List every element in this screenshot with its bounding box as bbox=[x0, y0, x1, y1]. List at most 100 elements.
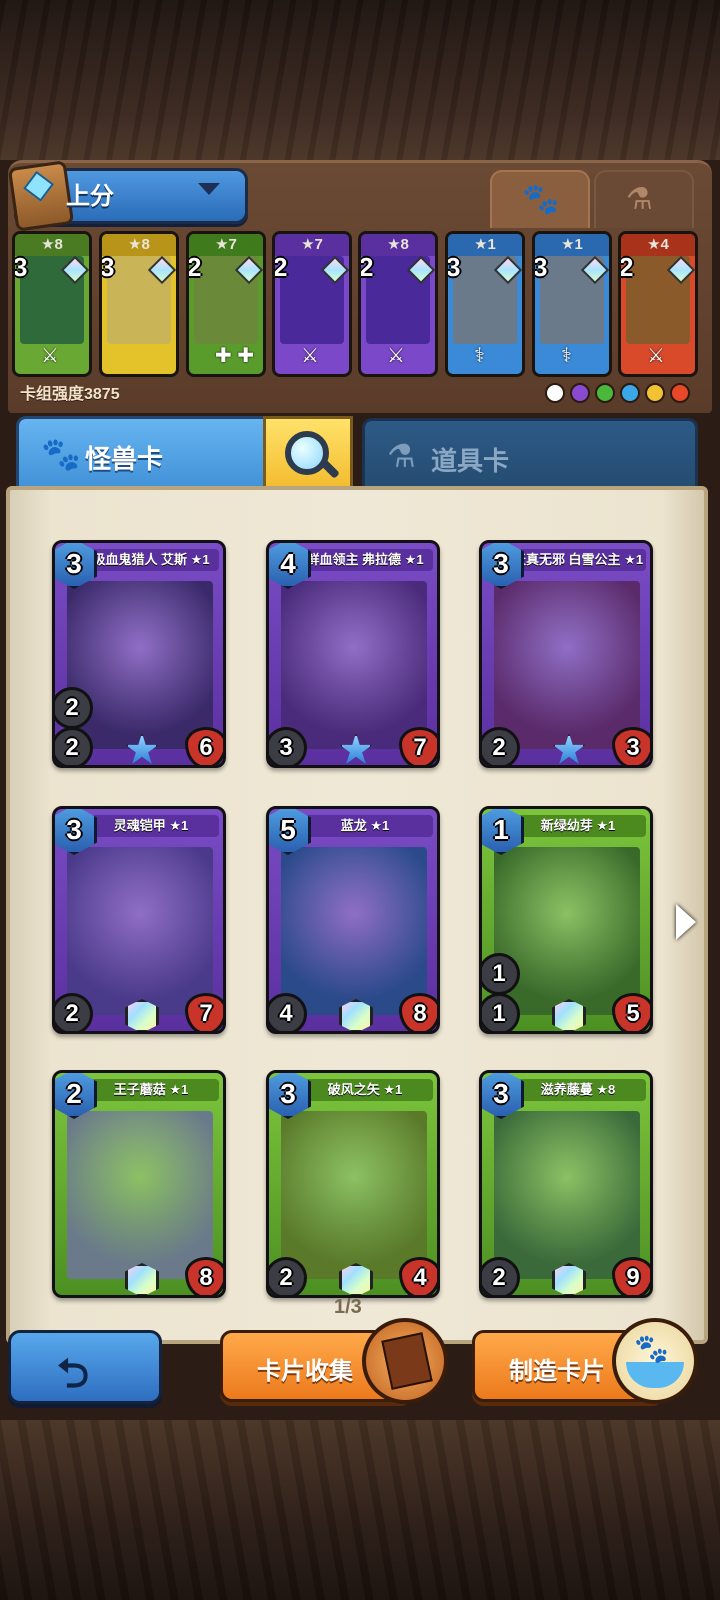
monster-card[interactable]: 灵魂铠甲 ★1 3 2 7 bbox=[52, 806, 226, 1034]
card-attack: 4 bbox=[269, 993, 307, 1031]
monster-card[interactable]: 王子蘑菇 ★1 2 8 bbox=[52, 1070, 226, 1298]
tab-monster-label: 怪兽卡 bbox=[85, 444, 164, 474]
card-health: 7 bbox=[185, 993, 223, 1031]
deck-card-ability-icon: ⚔ bbox=[41, 345, 59, 367]
deck-card-cost: 2 bbox=[359, 252, 374, 282]
next-page-arrow-icon[interactable] bbox=[676, 904, 696, 940]
deck-card[interactable]: ★7 2 ✚ ✚ bbox=[186, 231, 266, 377]
search-icon bbox=[285, 431, 329, 475]
card-name: 鲜血领主 弗拉德 ★1 bbox=[297, 549, 433, 571]
craft-card-label: 制造卡片 bbox=[509, 1358, 605, 1385]
monster-card[interactable]: 天真无邪 白雪公主 ★1 3 2 3 bbox=[479, 540, 653, 768]
tab-item-cards[interactable]: ⚗ 道具卡 bbox=[362, 418, 698, 493]
card-art bbox=[67, 1111, 213, 1279]
card-attack: 2 bbox=[55, 727, 93, 765]
card-health: 3 bbox=[612, 727, 650, 765]
deck-card-cost: 2 bbox=[273, 252, 288, 282]
deck-card-cost: 3 bbox=[13, 252, 28, 282]
card-art bbox=[494, 1111, 640, 1279]
card-collection-label: 卡片收集 bbox=[257, 1358, 353, 1385]
faction-filter-icon[interactable] bbox=[570, 383, 590, 403]
card-name: 灵魂铠甲 ★1 bbox=[83, 815, 219, 837]
deck-card-ability-icon: ⚕ bbox=[474, 345, 485, 367]
craft-potion-icon[interactable]: 🐾 bbox=[612, 1318, 698, 1404]
back-arrow-icon: ⮌ bbox=[57, 1352, 90, 1396]
deck-card[interactable]: ★8 2 ⚔ bbox=[358, 231, 438, 377]
card-health: 6 bbox=[185, 727, 223, 765]
deck-card-cost: 3 bbox=[100, 252, 115, 282]
card-name: 新绿幼芽 ★1 bbox=[510, 815, 646, 837]
card-art bbox=[281, 847, 427, 1015]
card-art bbox=[67, 847, 213, 1015]
monster-card[interactable]: 新绿幼芽 ★1 1 1 1 5 bbox=[479, 806, 653, 1034]
tab-deck-potions[interactable]: ⚗ bbox=[594, 170, 694, 228]
deck-card-ability-icon: ⚕ bbox=[561, 345, 572, 367]
card-attack: 3 bbox=[269, 727, 307, 765]
paw-icon: 🐾 bbox=[522, 183, 560, 216]
flask-icon: ⚗ bbox=[626, 183, 653, 216]
faction-filter-icon[interactable] bbox=[545, 383, 565, 403]
back-button[interactable]: ⮌ bbox=[8, 1330, 162, 1404]
card-art bbox=[281, 1111, 427, 1279]
card-health: 8 bbox=[399, 993, 437, 1031]
tab-item-label: 道具卡 bbox=[431, 446, 510, 476]
deck-name[interactable]: 上分 bbox=[66, 176, 114, 211]
deck-card-cost: 3 bbox=[446, 252, 461, 282]
deck-card-cost: 2 bbox=[187, 252, 202, 282]
card-name: 吸血鬼猎人 艾斯 ★1 bbox=[83, 549, 219, 571]
tab-deck-monsters[interactable]: 🐾 bbox=[490, 170, 590, 228]
card-album-icon[interactable] bbox=[362, 1318, 448, 1404]
faction-filter-icon[interactable] bbox=[645, 383, 665, 403]
card-health: 8 bbox=[185, 1257, 223, 1295]
deck-card[interactable]: ★1 3 ⚕ bbox=[445, 231, 525, 377]
monster-card[interactable]: 滋养藤蔓 ★8 3 2 9 bbox=[479, 1070, 653, 1298]
faction-filter-icon[interactable] bbox=[670, 383, 690, 403]
card-health: 4 bbox=[399, 1257, 437, 1295]
paw-icon: 🐾 bbox=[41, 436, 81, 472]
deck-card[interactable]: ★1 3 ⚕ bbox=[532, 231, 612, 377]
faction-filters bbox=[545, 383, 690, 403]
card-attack: 2 bbox=[482, 1257, 520, 1295]
card-name: 蓝龙 ★1 bbox=[297, 815, 433, 837]
chevron-down-icon[interactable] bbox=[198, 183, 220, 195]
search-button[interactable] bbox=[263, 416, 353, 493]
deck-book-icon bbox=[7, 160, 75, 232]
card-attack: 2 bbox=[269, 1257, 307, 1295]
card-name: 滋养藤蔓 ★8 bbox=[510, 1079, 646, 1101]
faction-filter-icon[interactable] bbox=[620, 383, 640, 403]
card-speed: 1 bbox=[482, 953, 520, 995]
monster-card[interactable]: 破风之矢 ★1 3 2 4 bbox=[266, 1070, 440, 1298]
deck-card[interactable]: ★4 2 ⚔ bbox=[618, 231, 698, 377]
monster-card[interactable]: 吸血鬼猎人 艾斯 ★1 3 2 2 6 bbox=[52, 540, 226, 768]
faction-filter-icon[interactable] bbox=[595, 383, 615, 403]
card-art bbox=[494, 581, 640, 749]
card-attack: 1 bbox=[482, 993, 520, 1031]
card-art bbox=[494, 847, 640, 1015]
card-health: 5 bbox=[612, 993, 650, 1031]
page-indicator: 1/3 bbox=[334, 1296, 362, 1318]
card-name: 破风之矢 ★1 bbox=[297, 1079, 433, 1101]
card-art bbox=[281, 581, 427, 749]
monster-card[interactable]: 蓝龙 ★1 5 4 8 bbox=[266, 806, 440, 1034]
deck-card-ability-icon: ⚔ bbox=[387, 345, 405, 367]
deck-card[interactable]: ★8 3 bbox=[99, 231, 179, 377]
deck-card-cost: 2 bbox=[619, 252, 634, 282]
flask-icon: ⚗ bbox=[387, 438, 416, 474]
card-attack: 2 bbox=[482, 727, 520, 765]
deck-card[interactable]: ★7 2 ⚔ bbox=[272, 231, 352, 377]
deck-card-ability-icon: ⚔ bbox=[647, 345, 665, 367]
search-icon-handle bbox=[320, 459, 340, 479]
deck-card-ability-icon: ✚ ✚ bbox=[215, 345, 255, 367]
top-wood-frame bbox=[0, 0, 720, 160]
card-attack: 2 bbox=[55, 993, 93, 1031]
card-art bbox=[67, 581, 213, 749]
monster-card[interactable]: 鲜血领主 弗拉德 ★1 4 3 7 bbox=[266, 540, 440, 768]
deck-strength: 卡组强度3875 bbox=[20, 386, 120, 403]
card-health: 7 bbox=[399, 727, 437, 765]
card-speed: 2 bbox=[55, 687, 93, 729]
card-name: 天真无邪 白雪公主 ★1 bbox=[510, 549, 646, 571]
bottom-wood-frame bbox=[0, 1420, 720, 1600]
tab-monster-cards[interactable]: 🐾 怪兽卡 bbox=[16, 416, 270, 493]
deck-card[interactable]: ★8 3 ⚔ bbox=[12, 231, 92, 377]
deck-card-cost: 3 bbox=[533, 252, 548, 282]
